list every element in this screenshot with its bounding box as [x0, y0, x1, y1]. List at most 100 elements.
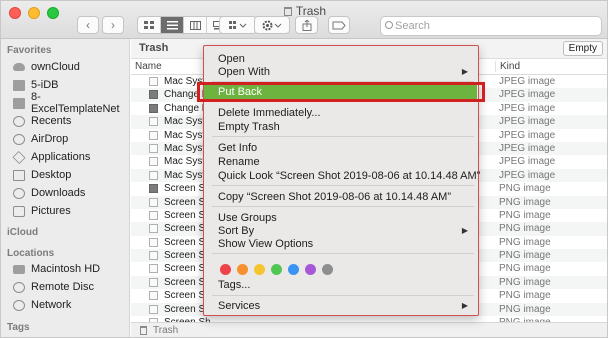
tag-button[interactable]: [328, 16, 350, 34]
sidebar-item-desktop[interactable]: Desktop: [13, 167, 71, 183]
trash-icon: [140, 326, 147, 335]
menu-separator: [212, 136, 474, 137]
file-kind: PNG image: [499, 209, 551, 221]
menu-item-use-groups[interactable]: Use Groups: [204, 211, 478, 225]
sidebar-item-label: Downloads: [31, 187, 86, 199]
menu-item-get-info[interactable]: Get Info: [204, 141, 478, 155]
menu-separator: [212, 253, 474, 254]
file-kind: PNG image: [499, 236, 551, 248]
column-view-icon: [189, 20, 201, 30]
tag-color-dot[interactable]: [271, 264, 282, 275]
file-kind: JPEG image: [499, 142, 556, 154]
finder-window: Trash ‹ › Search Favorites ownCloud 5-iD…: [0, 0, 608, 338]
sidebar-item-label: AirDrop: [31, 133, 69, 145]
menu-item-tags[interactable]: Tags...: [204, 278, 478, 292]
airdrop-icon: [13, 133, 25, 145]
file-kind: PNG image: [499, 276, 551, 288]
desktop-icon: [13, 169, 25, 181]
file-kind: JPEG image: [499, 89, 556, 101]
menu-item-services[interactable]: Services ▶: [204, 299, 478, 313]
back-button[interactable]: ‹: [77, 16, 99, 34]
menu-item-open-with[interactable]: Open With ▶: [204, 65, 478, 79]
sidebar-item-remote-disc[interactable]: Remote Disc: [13, 279, 94, 295]
sidebar-item-pictures[interactable]: Pictures: [13, 203, 71, 219]
image-file-icon: [149, 77, 158, 86]
group-icon: [229, 20, 247, 29]
menu-item-delete-immediately[interactable]: Delete Immediately...: [204, 106, 478, 120]
folder-title: Trash: [139, 42, 169, 54]
empty-trash-button[interactable]: Empty: [562, 41, 603, 56]
menu-item-sort-by[interactable]: Sort By ▶: [204, 224, 478, 238]
action-button[interactable]: [254, 16, 290, 34]
menu-item-label: Open With: [218, 66, 270, 78]
image-file-icon: [149, 170, 158, 180]
file-kind: JPEG image: [499, 156, 556, 168]
menu-item-open[interactable]: Open: [204, 52, 478, 66]
file-kind: PNG image: [499, 250, 551, 262]
file-kind: PNG image: [499, 196, 551, 208]
search-input[interactable]: Search: [380, 16, 602, 36]
sidebar-item-label: Applications: [31, 151, 91, 163]
sidebar-item-macintosh-hd[interactable]: Macintosh HD: [13, 261, 100, 277]
trash-icon: [283, 7, 292, 16]
applications-icon: [12, 150, 26, 164]
sidebar-header-tags: Tags: [7, 322, 30, 333]
menu-item-put-back[interactable]: Put Back: [204, 85, 477, 99]
tag-color-dot[interactable]: [220, 264, 231, 275]
list-view-icon: [166, 20, 178, 29]
share-icon: [302, 19, 311, 31]
sidebar-item-label: ownCloud: [31, 61, 80, 73]
column-header-kind[interactable]: Kind: [495, 61, 520, 72]
image-file-icon: [149, 237, 158, 247]
search-icon: [385, 21, 393, 29]
sidebar-item-recents[interactable]: Recents: [13, 113, 71, 129]
tag-color-dot[interactable]: [305, 264, 316, 275]
sidebar-item-network[interactable]: Network: [13, 297, 71, 313]
disc-icon: [13, 281, 25, 293]
path-bar-label[interactable]: Trash: [153, 325, 178, 336]
sidebar-item-downloads[interactable]: Downloads: [13, 185, 85, 201]
tag-color-dot[interactable]: [288, 264, 299, 275]
group-button[interactable]: [219, 16, 257, 34]
file-kind: PNG image: [499, 303, 551, 315]
menu-item-empty-trash[interactable]: Empty Trash: [204, 120, 478, 134]
forward-button[interactable]: ›: [102, 16, 124, 34]
column-header-name[interactable]: Name: [135, 61, 162, 72]
menu-item-copy[interactable]: Copy “Screen Shot 2019-08-06 at 10.14.48…: [204, 190, 478, 204]
column-view-button[interactable]: [184, 17, 207, 33]
submenu-arrow-icon: ▶: [461, 301, 468, 310]
icon-view-button[interactable]: [138, 17, 161, 33]
menu-item-rename[interactable]: Rename: [204, 155, 478, 169]
sidebar-item-airdrop[interactable]: AirDrop: [13, 131, 68, 147]
toolbar: Trash ‹ › Search: [1, 1, 607, 39]
image-file-icon: [149, 251, 158, 261]
image-file-icon: [149, 291, 158, 301]
menu-item-show-view-options[interactable]: Show View Options: [204, 237, 478, 251]
sidebar-header-favorites: Favorites: [7, 45, 52, 56]
pictures-icon: [13, 205, 25, 217]
network-icon: [13, 299, 25, 311]
file-kind: JPEG image: [499, 116, 556, 128]
menu-item-quick-look[interactable]: Quick Look “Screen Shot 2019-08-06 at 10…: [204, 169, 480, 183]
share-button[interactable]: [295, 16, 318, 34]
list-view-button[interactable]: [161, 17, 184, 33]
tag-color-dot[interactable]: [254, 264, 265, 275]
view-mode-selector: [137, 16, 231, 34]
hard-drive-icon: [13, 264, 25, 274]
menu-separator: [212, 206, 474, 207]
file-kind: PNG image: [499, 183, 551, 195]
menu-separator: [212, 185, 474, 186]
icon-view-icon: [143, 20, 154, 29]
sidebar-item-8-exceltemplatenet[interactable]: 8-ExcelTemplateNet: [13, 91, 129, 115]
sidebar-item-applications[interactable]: Applications: [12, 149, 91, 165]
menu-item-label: Sort By: [218, 225, 255, 237]
tag-color-dot[interactable]: [322, 264, 333, 275]
tag-color-dot[interactable]: [237, 264, 248, 275]
submenu-arrow-icon: ▶: [461, 226, 468, 235]
folder-icon: [13, 79, 25, 91]
sidebar-item-label: Remote Disc: [31, 281, 94, 293]
image-file-icon: [149, 304, 158, 314]
tag-icon: [332, 21, 346, 29]
sidebar-item-owncloud[interactable]: ownCloud: [13, 59, 80, 75]
image-file-icon: [149, 277, 158, 287]
